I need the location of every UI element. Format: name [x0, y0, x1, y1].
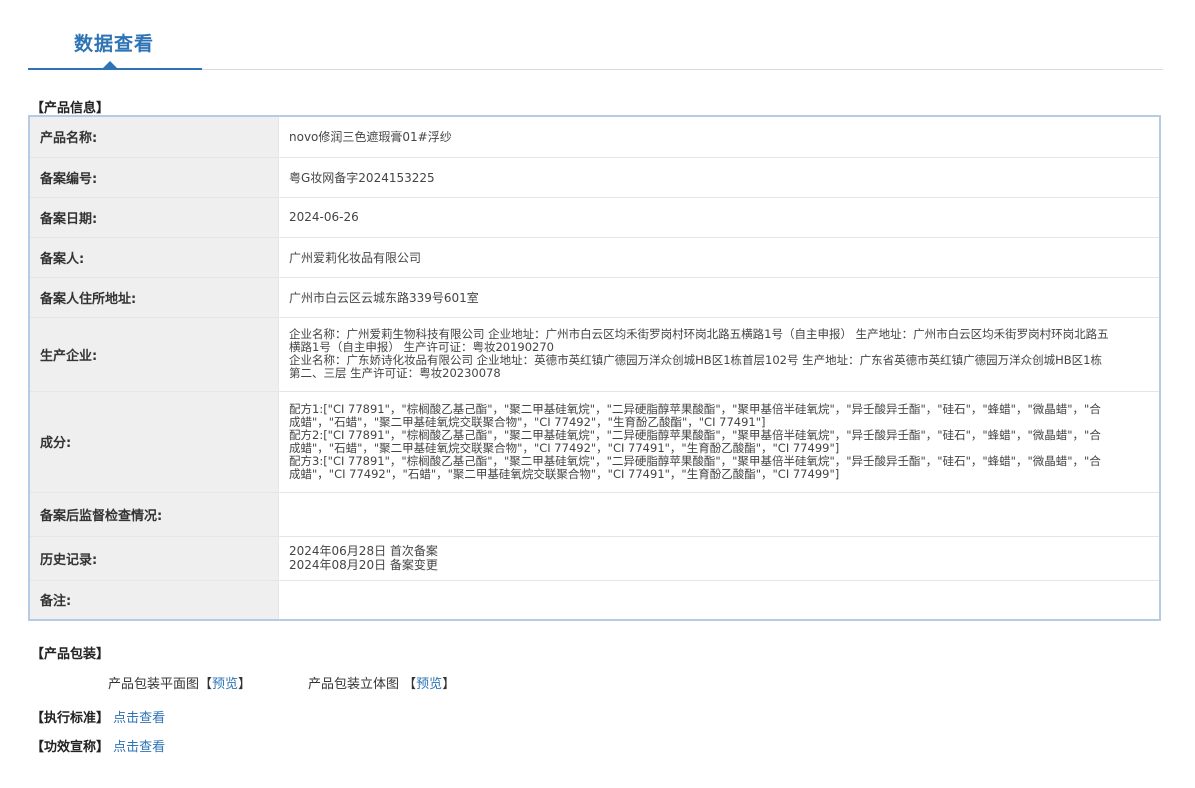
table-row-history: 历史记录: 2024年06月28日 首次备案 2024年08月20日 备案变更 — [29, 536, 1160, 581]
tab-active-underline — [28, 68, 202, 70]
table-row-name: 产品名称: novo修润三色遮瑕膏01#浮纱 — [29, 116, 1160, 158]
packaging-flat-label: 产品包装平面图 — [108, 677, 200, 692]
manufacturer-line: 企业名称：广州爱莉生物科技有限公司 企业地址：广州市白云区均禾街罗岗村环岗北路五… — [289, 327, 1109, 354]
label-record-no: 备案编号: — [29, 157, 279, 198]
bracket-open: 【 — [403, 677, 417, 692]
table-row-ingredients: 成分: 配方1:["CI 77891"，"棕榈酸乙基己酯"，"聚二甲基硅氧烷"，… — [29, 391, 1160, 493]
value-manufacturer: 企业名称：广州爱莉生物科技有限公司 企业地址：广州市白云区均禾街罗岗村环岗北路五… — [278, 317, 1160, 392]
label-registrant-address: 备案人住所地址: — [29, 277, 279, 318]
table-row-registrant: 备案人: 广州爱莉化妆品有限公司 — [29, 237, 1160, 278]
table-row-registrant-address: 备案人住所地址: 广州市白云区云城东路339号601室 — [29, 277, 1160, 318]
packaging-3d-label: 产品包装立体图 — [308, 677, 400, 692]
table-row-record-no: 备案编号: 粤G妆网备字2024153225 — [29, 157, 1160, 198]
value-record-no: 粤G妆网备字2024153225 — [278, 157, 1160, 198]
history-line: 2024年08月20日 备案变更 — [289, 558, 438, 572]
value-record-date: 2024-06-26 — [278, 197, 1160, 238]
label-manufacturer: 生产企业: — [29, 317, 279, 392]
value-registrant: 广州爱莉化妆品有限公司 — [278, 237, 1160, 278]
label-product-name: 产品名称: — [29, 116, 279, 158]
formula-line: 配方2:["CI 77891"，"棕榈酸乙基己酯"，"聚二甲基硅氧烷"，"二异硬… — [289, 427, 1101, 455]
packaging-section-title: 【产品包装】 — [31, 647, 110, 662]
tab-data-view[interactable]: 数据查看 — [74, 29, 154, 56]
table-row-remarks: 备注: — [29, 580, 1160, 620]
packaging-3d-preview-link[interactable]: 预览 — [416, 677, 442, 692]
efficacy-title: 【功效宣称】 — [31, 740, 110, 755]
table-row-manufacturer: 生产企业: 企业名称：广州爱莉生物科技有限公司 企业地址：广州市白云区均禾街罗岗… — [29, 317, 1160, 392]
standard-title: 【执行标准】 — [31, 711, 110, 726]
label-ingredients: 成分: — [29, 391, 279, 493]
history-line: 2024年06月28日 首次备案 — [289, 544, 438, 558]
efficacy-row: 【功效宣称】 点击查看 — [31, 736, 165, 755]
label-inspection: 备案后监督检查情况: — [29, 492, 279, 537]
standard-row: 【执行标准】 点击查看 — [31, 707, 165, 726]
efficacy-view-link[interactable]: 点击查看 — [113, 740, 165, 755]
value-inspection — [278, 492, 1160, 537]
packaging-flat-preview-link[interactable]: 预览 — [212, 677, 238, 692]
tab-divider — [202, 69, 1163, 70]
tab-header: 数据查看 — [28, 0, 1163, 71]
label-record-date: 备案日期: — [29, 197, 279, 238]
product-info-section-title: 【产品信息】 — [31, 101, 110, 116]
value-history: 2024年06月28日 首次备案 2024年08月20日 备案变更 — [278, 536, 1160, 581]
value-ingredients: 配方1:["CI 77891"，"棕榈酸乙基己酯"，"聚二甲基硅氧烷"，"二异硬… — [278, 391, 1160, 493]
packaging-flat-item: 产品包装平面图【预览】 — [108, 673, 251, 692]
value-product-name: novo修润三色遮瑕膏01#浮纱 — [278, 116, 1160, 158]
bracket-close: 】 — [238, 677, 252, 692]
value-remarks — [279, 580, 1161, 620]
value-registrant-address: 广州市白云区云城东路339号601室 — [278, 277, 1160, 318]
formula-line: 配方3:["CI 77891"，"棕榈酸乙基己酯"，"聚二甲基硅氧烷"，"二异硬… — [289, 453, 1101, 481]
label-remarks: 备注: — [29, 580, 279, 620]
table-row-record-date: 备案日期: 2024-06-26 — [29, 197, 1160, 238]
manufacturer-line: 企业名称：广东娇诗化妆品有限公司 企业地址：英德市英红镇广德园万洋众创城HB区1… — [289, 353, 1102, 380]
bracket-open: 【 — [199, 677, 213, 692]
standard-view-link[interactable]: 点击查看 — [113, 711, 165, 726]
label-history: 历史记录: — [29, 536, 279, 581]
tab-active-caret-icon — [103, 61, 117, 68]
packaging-3d-item: 产品包装立体图 【预览】 — [308, 673, 455, 692]
label-registrant: 备案人: — [29, 237, 279, 278]
table-row-inspection: 备案后监督检查情况: — [29, 492, 1160, 537]
formula-line: 配方1:["CI 77891"，"棕榈酸乙基己酯"，"聚二甲基硅氧烷"，"二异硬… — [289, 401, 1101, 429]
product-info-table: 产品名称: novo修润三色遮瑕膏01#浮纱 备案编号: 粤G妆网备字20241… — [28, 115, 1161, 621]
bracket-close: 】 — [442, 677, 456, 692]
